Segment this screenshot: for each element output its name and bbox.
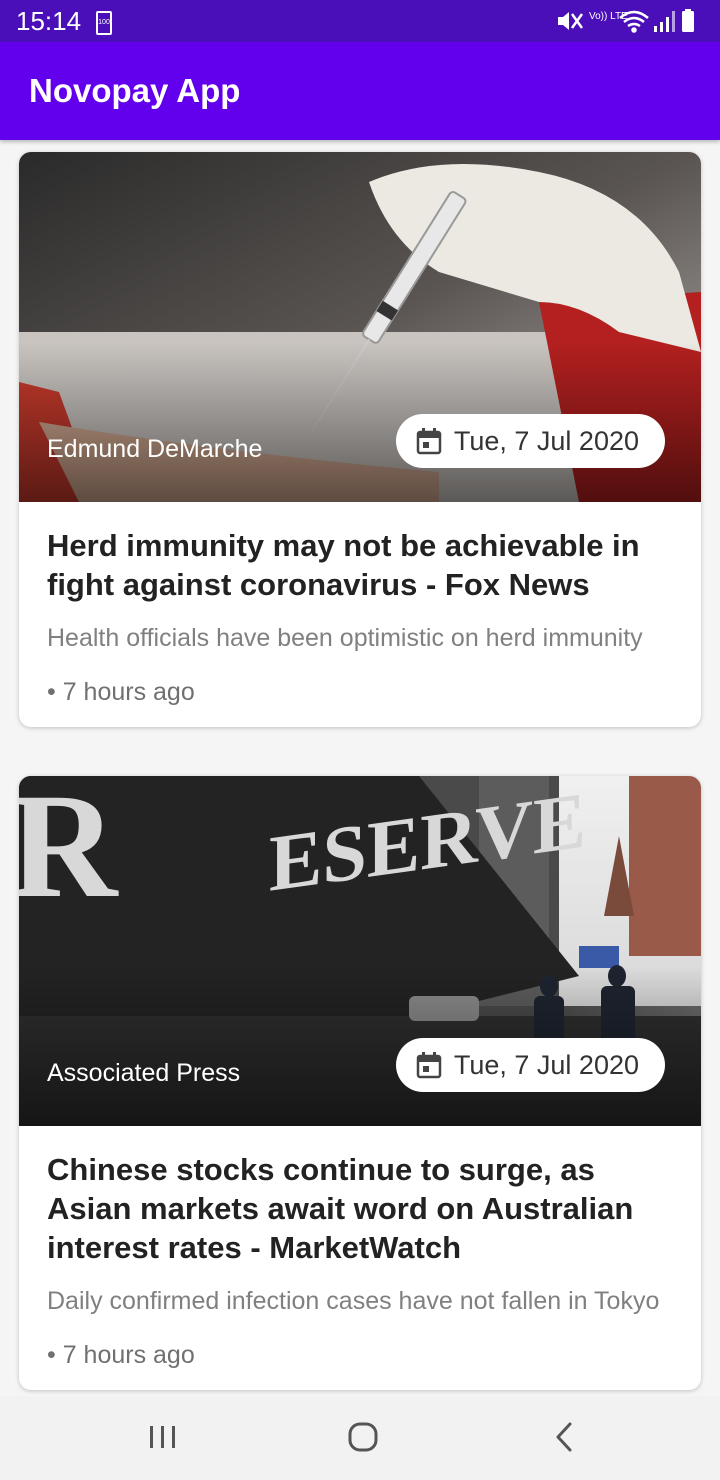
article-headline[interactable]: Herd immunity may not be achievable in f… bbox=[47, 526, 673, 604]
news-feed[interactable]: Edmund DeMarche Tue, 7 Jul 2020 Herd imm… bbox=[0, 140, 720, 1396]
article-headline[interactable]: Chinese stocks continue to surge, as Asi… bbox=[47, 1150, 673, 1267]
status-icons: Vo)) LTE bbox=[556, 8, 706, 34]
article-image[interactable]: Edmund DeMarche Tue, 7 Jul 2020 bbox=[19, 152, 701, 502]
article-time: • 7 hours ago bbox=[47, 678, 195, 706]
status-bar: 15:14 100 Vo)) LTE bbox=[0, 0, 720, 42]
article-time: • 7 hours ago bbox=[47, 1341, 195, 1369]
article-summary: Daily confirmed infection cases have not… bbox=[47, 1287, 660, 1315]
battery-icon bbox=[682, 9, 694, 32]
article-date: Tue, 7 Jul 2020 bbox=[453, 1049, 639, 1080]
date-chip: Tue, 7 Jul 2020 bbox=[395, 414, 665, 468]
app-title: Novopay App bbox=[29, 72, 241, 109]
mute-icon bbox=[558, 12, 584, 30]
article-source: Associated Press bbox=[47, 1059, 241, 1087]
status-time: 15:14 bbox=[16, 6, 82, 36]
article-source: Edmund DeMarche bbox=[47, 435, 263, 463]
svg-text:R: R bbox=[19, 776, 119, 929]
date-chip: Tue, 7 Jul 2020 bbox=[395, 1038, 665, 1092]
home-icon[interactable] bbox=[344, 1418, 382, 1456]
battery-saver-icon: 100 bbox=[96, 11, 112, 35]
recent-apps-icon[interactable] bbox=[146, 1418, 180, 1456]
article-image[interactable]: R ESERVE Associated Press Tue, 7 Jul 202… bbox=[19, 776, 701, 1126]
app-bar: Novopay App bbox=[0, 42, 720, 140]
system-nav-bar bbox=[0, 1396, 720, 1480]
wifi-icon bbox=[619, 10, 649, 33]
article-summary: Health officials have been optimistic on… bbox=[47, 624, 643, 652]
signal-icon bbox=[654, 11, 675, 32]
calendar-icon bbox=[416, 1052, 442, 1079]
article-date: Tue, 7 Jul 2020 bbox=[453, 425, 639, 456]
back-icon[interactable] bbox=[550, 1418, 580, 1456]
calendar-icon bbox=[416, 428, 442, 455]
news-card[interactable]: Edmund DeMarche Tue, 7 Jul 2020 Herd imm… bbox=[19, 152, 701, 727]
news-card[interactable]: R ESERVE Associated Press Tue, 7 Jul 202… bbox=[19, 776, 701, 1390]
